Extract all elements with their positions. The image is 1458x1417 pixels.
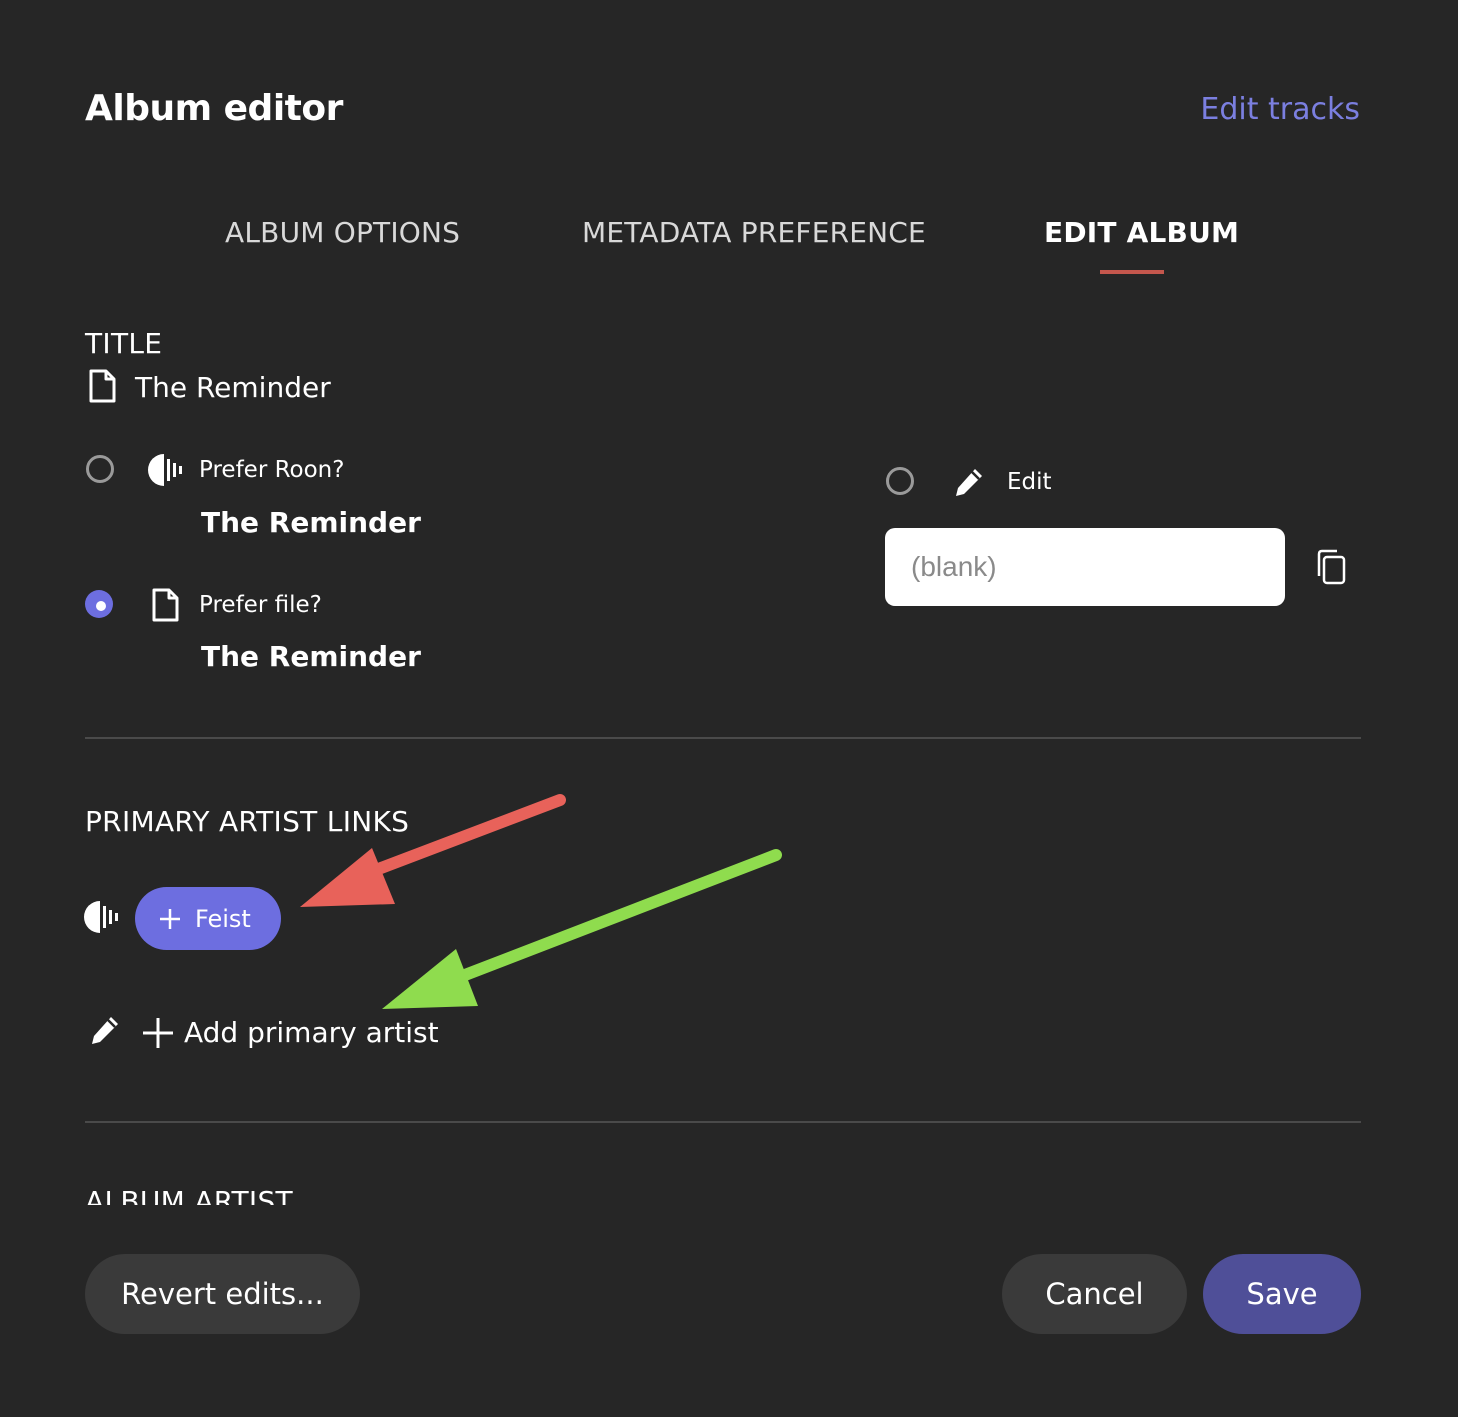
save-button[interactable]: Save bbox=[1203, 1254, 1361, 1334]
annotation-arrows bbox=[300, 794, 782, 1009]
cancel-button[interactable]: Cancel bbox=[1002, 1254, 1187, 1334]
revert-edits-button[interactable]: Revert edits... bbox=[85, 1254, 360, 1334]
green-arrow bbox=[382, 849, 782, 1009]
red-arrow bbox=[300, 794, 566, 907]
